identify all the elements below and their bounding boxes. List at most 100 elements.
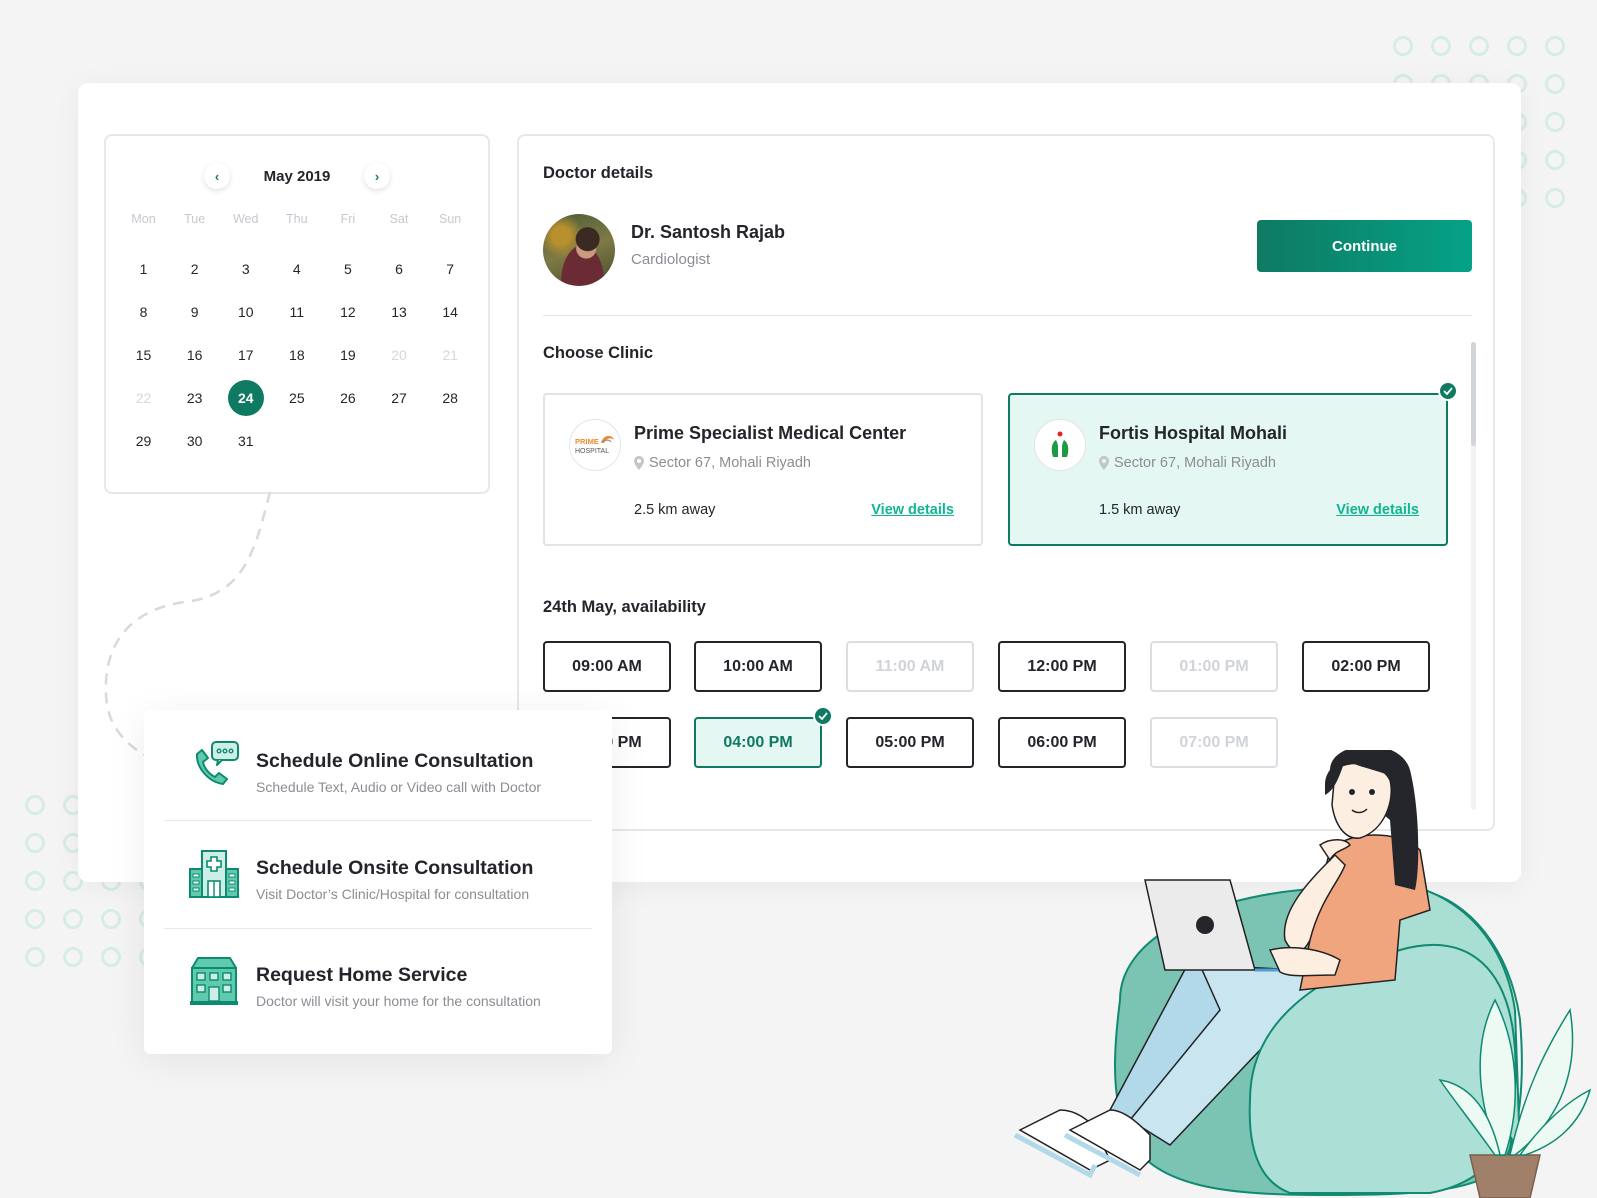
calendar-day[interactable]: 11 (271, 294, 322, 330)
calendar-day[interactable]: 12 (322, 294, 373, 330)
calendar-day[interactable]: 19 (322, 337, 373, 373)
time-slot-disabled: 11:00 AM (846, 641, 974, 692)
calendar-day[interactable]: 17 (220, 337, 271, 373)
hospital-icon (189, 850, 239, 898)
time-slot-disabled: 01:00 PM (1150, 641, 1278, 692)
weekday-label: Wed (232, 212, 259, 226)
option-onsite-consultation[interactable]: Schedule Onsite Consultation Visit Docto… (164, 817, 592, 923)
svg-text:PRIME: PRIME (575, 437, 599, 446)
calendar-day[interactable]: 23 (169, 380, 220, 416)
empty-day-cell (322, 423, 373, 459)
fortis-hospital-logo (1034, 419, 1086, 471)
chevron-left-icon: ‹ (214, 168, 220, 184)
weekday-label: Thu (286, 212, 308, 226)
calendar-day[interactable]: 29 (118, 423, 169, 459)
view-details-link[interactable]: View details (871, 502, 954, 518)
calendar-week-row: 8 9 10 11 12 13 14 (118, 290, 476, 333)
choose-clinic-heading: Choose Clinic (543, 344, 654, 362)
chevron-right-icon: › (374, 168, 380, 184)
calendar-day[interactable]: 27 (373, 380, 424, 416)
calendar-day-selected[interactable]: 24 (220, 379, 271, 416)
calendar-day[interactable]: 2 (169, 251, 220, 287)
selected-check-icon (1438, 381, 1458, 401)
time-slot-available[interactable]: 10:00 AM (694, 641, 822, 692)
option-subtitle: Visit Doctor’s Clinic/Hospital for consu… (256, 886, 530, 902)
section-divider (543, 315, 1472, 316)
calendar-grid: Mon Tue Wed Thu Fri Sat Sun 1 2 3 4 5 6 7 8 9 10 11 12 13 14… (118, 208, 476, 462)
calendar-day[interactable]: 30 (169, 423, 220, 459)
location-pin-icon (634, 456, 644, 470)
option-title: Request Home Service (256, 964, 468, 986)
time-slot-selected[interactable]: 04:00 PM (694, 717, 822, 768)
availability-heading: 24th May, availability (543, 598, 706, 616)
empty-day-cell (373, 423, 424, 459)
option-online-consultation[interactable]: Schedule Online Consultation Schedule Te… (164, 710, 592, 816)
svg-text:HOSPITAL: HOSPITAL (575, 448, 609, 455)
calendar-week-row: 15 16 17 18 19 20 21 (118, 333, 476, 376)
clinic-card-prime[interactable]: PRIME HOSPITAL Prime Specialist Medical … (543, 393, 983, 546)
scrollbar-thumb[interactable] (1471, 342, 1476, 446)
doctor-details-heading: Doctor details (543, 164, 654, 182)
calendar-day[interactable]: 6 (373, 251, 424, 287)
prev-month-button[interactable]: ‹ (204, 163, 230, 189)
calendar-day[interactable]: 1 (118, 251, 169, 287)
calendar-day[interactable]: 16 (169, 337, 220, 373)
empty-day-cell (271, 423, 322, 459)
home-icon (190, 957, 238, 1005)
calendar-header: ‹ May 2019 › (106, 163, 488, 189)
view-details-link[interactable]: View details (1336, 502, 1419, 518)
calendar-day[interactable]: 10 (220, 294, 271, 330)
weekday-header-row: Mon Tue Wed Thu Fri Sat Sun (118, 208, 476, 230)
weekday-label: Fri (340, 212, 356, 226)
clinic-address-text: Sector 67, Mohali Riyadh (649, 455, 811, 471)
next-month-button[interactable]: › (364, 163, 390, 189)
calendar-day[interactable]: 14 (425, 294, 476, 330)
option-home-service[interactable]: Request Home Service Doctor will visit y… (164, 924, 592, 1030)
time-slot-available[interactable]: 09:00 AM (543, 641, 671, 692)
continue-button[interactable]: Continue (1257, 220, 1472, 272)
calendar-day-disabled: 20 (391, 346, 407, 363)
clinic-name: Prime Specialist Medical Center (634, 423, 907, 443)
clinic-name: Fortis Hospital Mohali (1099, 423, 1288, 443)
calendar-day[interactable]: 4 (271, 251, 322, 287)
doctor-booking-panel: Doctor details Dr. Santosh Rajab Cardiol… (517, 134, 1495, 831)
consultation-options-card: Schedule Online Consultation Schedule Te… (144, 710, 612, 1054)
month-label: May 2019 (263, 167, 331, 185)
clinic-distance: 1.5 km away (1099, 502, 1181, 518)
calendar-week-row: 29 30 31 (118, 419, 476, 462)
clinic-address: Sector 67, Mohali Riyadh (634, 455, 811, 471)
selected-check-icon (813, 706, 833, 726)
clinic-address: Sector 67, Mohali Riyadh (1099, 455, 1276, 471)
calendar-week-row: 22 23 24 25 26 27 28 (118, 376, 476, 419)
calendar-day[interactable]: 26 (322, 380, 373, 416)
calendar-day[interactable]: 15 (118, 337, 169, 373)
calendar-day[interactable]: 5 (322, 251, 373, 287)
calendar-day[interactable]: 9 (169, 294, 220, 330)
doctor-specialty: Cardiologist (631, 251, 711, 268)
calendar-day[interactable]: 13 (373, 294, 424, 330)
clinic-card-fortis[interactable]: Fortis Hospital Mohali Sector 67, Mohali… (1008, 393, 1448, 546)
doctor-avatar (543, 214, 615, 286)
calendar-day[interactable]: 31 (220, 423, 271, 459)
weekday-label: Tue (184, 212, 206, 226)
option-title: Schedule Onsite Consultation (256, 857, 534, 879)
calendar-day[interactable]: 28 (425, 380, 476, 416)
time-slot-available[interactable]: 12:00 PM (998, 641, 1126, 692)
clinic-address-text: Sector 67, Mohali Riyadh (1114, 455, 1276, 471)
location-pin-icon (1099, 456, 1109, 470)
empty-day-cell (425, 423, 476, 459)
calendar-day[interactable]: 7 (425, 251, 476, 287)
time-slot-available[interactable]: 02:00 PM (1302, 641, 1430, 692)
calendar-day-disabled: 22 (135, 389, 152, 406)
calendar-day[interactable]: 8 (118, 294, 169, 330)
selected-day-label: 24 (227, 379, 264, 416)
time-slot-available[interactable]: 05:00 PM (846, 717, 974, 768)
calendar-day[interactable]: 18 (271, 337, 322, 373)
calendar-day[interactable]: 25 (271, 380, 322, 416)
weekday-label: Sat (389, 212, 409, 226)
calendar-day-disabled: 21 (442, 346, 458, 363)
calendar-week-row: 1234567 (118, 247, 476, 290)
woman-on-beanbag-illustration (1013, 750, 1592, 1198)
option-subtitle: Doctor will visit your home for the cons… (256, 993, 541, 1009)
calendar-day[interactable]: 3 (220, 251, 271, 287)
